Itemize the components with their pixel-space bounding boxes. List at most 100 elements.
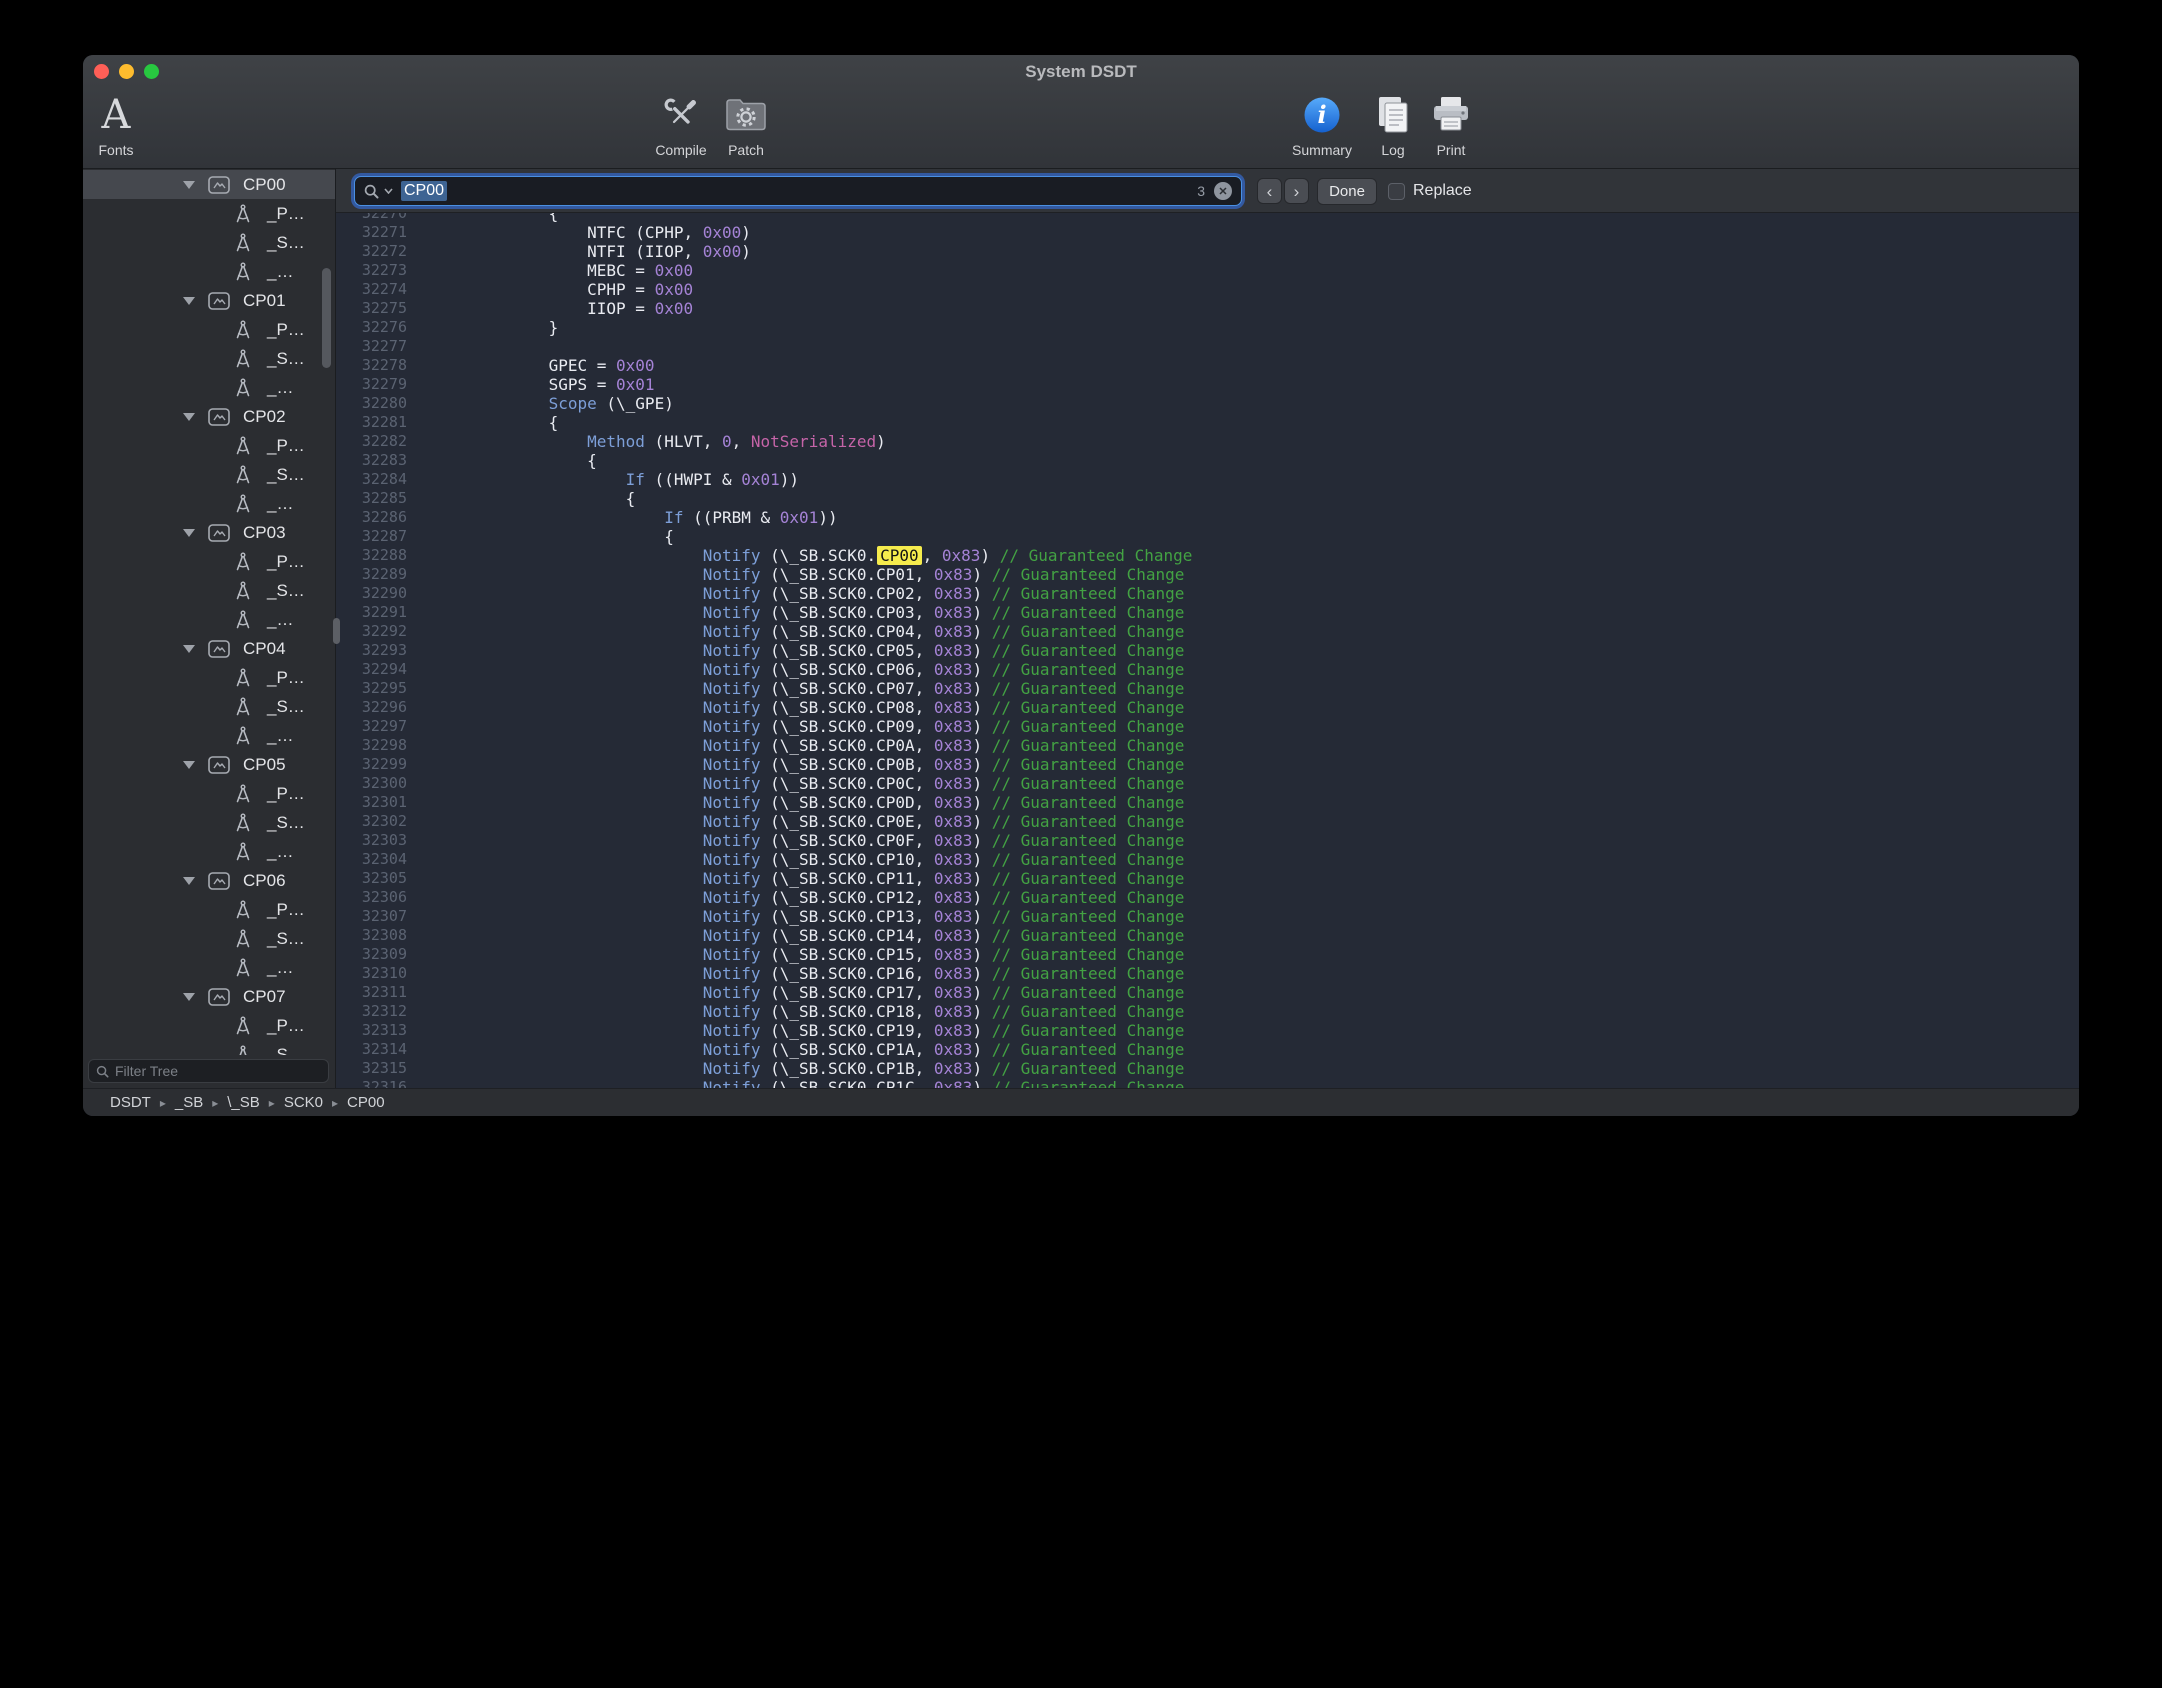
tree-item[interactable]: _…	[83, 837, 335, 866]
tree-group-cp00[interactable]: CP00	[83, 170, 335, 199]
titlebar[interactable]: System DSDT	[83, 55, 2079, 85]
code-line[interactable]: 32307 Notify (\_SB.SCK0.CP13, 0x83) // G…	[336, 907, 2079, 926]
disclosure-triangle-icon[interactable]	[183, 181, 195, 189]
code-line[interactable]: 32291 Notify (\_SB.SCK0.CP03, 0x83) // G…	[336, 603, 2079, 622]
code-line[interactable]: 32301 Notify (\_SB.SCK0.CP0D, 0x83) // G…	[336, 793, 2079, 812]
code-line[interactable]: 32304 Notify (\_SB.SCK0.CP10, 0x83) // G…	[336, 850, 2079, 869]
code-line[interactable]: 32302 Notify (\_SB.SCK0.CP0E, 0x83) // G…	[336, 812, 2079, 831]
code-line[interactable]: 32270 {	[336, 213, 2079, 223]
code-line[interactable]: 32293 Notify (\_SB.SCK0.CP05, 0x83) // G…	[336, 641, 2079, 660]
find-next-button[interactable]: ›	[1284, 178, 1309, 204]
log-button[interactable]: Log	[1364, 89, 1422, 158]
summary-button[interactable]: i Summary	[1281, 89, 1363, 158]
clear-search-icon[interactable]: ✕	[1214, 182, 1232, 200]
code-line[interactable]: 32274 CPHP = 0x00	[336, 280, 2079, 299]
code-line[interactable]: 32303 Notify (\_SB.SCK0.CP0F, 0x83) // G…	[336, 831, 2079, 850]
find-previous-button[interactable]: ‹	[1257, 178, 1282, 204]
tree-group-cp03[interactable]: CP03	[83, 518, 335, 547]
tree-item[interactable]: _P…	[83, 663, 335, 692]
disclosure-triangle-icon[interactable]	[183, 877, 195, 885]
tree-item[interactable]: _S…	[83, 1040, 335, 1055]
code-line[interactable]: 32290 Notify (\_SB.SCK0.CP02, 0x83) // G…	[336, 584, 2079, 603]
code-line[interactable]: 32271 NTFC (CPHP, 0x00)	[336, 223, 2079, 242]
tree-item[interactable]: _P…	[83, 431, 335, 460]
tree-item[interactable]: _P…	[83, 779, 335, 808]
tree-item[interactable]: _…	[83, 605, 335, 634]
code-line[interactable]: 32287 {	[336, 527, 2079, 546]
code-line[interactable]: 32277	[336, 337, 2079, 356]
code-line[interactable]: 32298 Notify (\_SB.SCK0.CP0A, 0x83) // G…	[336, 736, 2079, 755]
code-line[interactable]: 32279 SGPS = 0x01	[336, 375, 2079, 394]
fonts-button[interactable]: A Fonts	[83, 89, 149, 158]
code-line[interactable]: 32309 Notify (\_SB.SCK0.CP15, 0x83) // G…	[336, 945, 2079, 964]
code-line[interactable]: 32282 Method (HLVT, 0, NotSerialized)	[336, 432, 2079, 451]
disclosure-triangle-icon[interactable]	[183, 645, 195, 653]
breadcrumb-item[interactable]: DSDT	[110, 1094, 151, 1111]
tree-item[interactable]: _…	[83, 953, 335, 982]
code-line[interactable]: 32283 {	[336, 451, 2079, 470]
patch-button[interactable]: Patch	[710, 89, 782, 158]
code-line[interactable]: 32285 {	[336, 489, 2079, 508]
disclosure-triangle-icon[interactable]	[183, 297, 195, 305]
code-line[interactable]: 32280 Scope (\_GPE)	[336, 394, 2079, 413]
code-editor[interactable]: 32270 {32271 NTFC (CPHP, 0x00)32272 NTFI…	[336, 213, 2079, 1088]
code-line[interactable]: 32288 Notify (\_SB.SCK0.CP00, 0x83) // G…	[336, 546, 2079, 565]
tree-item[interactable]: _…	[83, 257, 335, 286]
tree-group-cp05[interactable]: CP05	[83, 750, 335, 779]
code-line[interactable]: 32295 Notify (\_SB.SCK0.CP07, 0x83) // G…	[336, 679, 2079, 698]
code-line[interactable]: 32272 NTFI (IIOP, 0x00)	[336, 242, 2079, 261]
done-button[interactable]: Done	[1317, 178, 1377, 205]
code-line[interactable]: 32286 If ((PRBM & 0x01))	[336, 508, 2079, 527]
breadcrumb-item[interactable]: SCK0	[284, 1094, 323, 1111]
tree-group-cp02[interactable]: CP02	[83, 402, 335, 431]
disclosure-triangle-icon[interactable]	[183, 761, 195, 769]
tree-item[interactable]: _P…	[83, 895, 335, 924]
tree-item[interactable]: _P…	[83, 315, 335, 344]
tree-item[interactable]: _S…	[83, 692, 335, 721]
tree-item[interactable]: _S…	[83, 460, 335, 489]
tree-item[interactable]: _P…	[83, 547, 335, 576]
code-line[interactable]: 32284 If ((HWPI & 0x01))	[336, 470, 2079, 489]
code-line[interactable]: 32310 Notify (\_SB.SCK0.CP16, 0x83) // G…	[336, 964, 2079, 983]
tree-item[interactable]: _S…	[83, 924, 335, 953]
pane-splitter[interactable]	[333, 618, 340, 644]
code-line[interactable]: 32306 Notify (\_SB.SCK0.CP12, 0x83) // G…	[336, 888, 2079, 907]
disclosure-triangle-icon[interactable]	[183, 529, 195, 537]
breadcrumb-item[interactable]: \_SB	[227, 1094, 260, 1111]
disclosure-triangle-icon[interactable]	[183, 413, 195, 421]
code-line[interactable]: 32305 Notify (\_SB.SCK0.CP11, 0x83) // G…	[336, 869, 2079, 888]
tree-item[interactable]: _S…	[83, 228, 335, 257]
code-line[interactable]: 32278 GPEC = 0x00	[336, 356, 2079, 375]
tree-group-cp01[interactable]: CP01	[83, 286, 335, 315]
code-line[interactable]: 32275 IIOP = 0x00	[336, 299, 2079, 318]
code-line[interactable]: 32296 Notify (\_SB.SCK0.CP08, 0x83) // G…	[336, 698, 2079, 717]
code-line[interactable]: 32308 Notify (\_SB.SCK0.CP14, 0x83) // G…	[336, 926, 2079, 945]
code-line[interactable]: 32316 Notify (\_SB.SCK0.CP1C, 0x83) // G…	[336, 1078, 2079, 1088]
code-line[interactable]: 32281 {	[336, 413, 2079, 432]
disclosure-triangle-icon[interactable]	[183, 993, 195, 1001]
code-line[interactable]: 32313 Notify (\_SB.SCK0.CP19, 0x83) // G…	[336, 1021, 2079, 1040]
tree-item[interactable]: _P…	[83, 199, 335, 228]
tree-item[interactable]: _…	[83, 489, 335, 518]
search-field[interactable]: CP00 3 ✕	[354, 176, 1242, 206]
sidebar-scrollbar[interactable]	[322, 268, 331, 368]
print-button[interactable]: Print	[1422, 89, 1480, 158]
breadcrumb-item[interactable]: _SB	[175, 1094, 203, 1111]
replace-checkbox[interactable]	[1388, 183, 1405, 200]
tree-item[interactable]: _S…	[83, 344, 335, 373]
code-line[interactable]: 32314 Notify (\_SB.SCK0.CP1A, 0x83) // G…	[336, 1040, 2079, 1059]
code-line[interactable]: 32299 Notify (\_SB.SCK0.CP0B, 0x83) // G…	[336, 755, 2079, 774]
tree-group-cp07[interactable]: CP07	[83, 982, 335, 1011]
tree-item[interactable]: _P…	[83, 1011, 335, 1040]
filter-tree-input[interactable]: Filter Tree	[88, 1059, 329, 1083]
code-line[interactable]: 32276 }	[336, 318, 2079, 337]
tree-item[interactable]: _…	[83, 721, 335, 750]
code-line[interactable]: 32273 MEBC = 0x00	[336, 261, 2079, 280]
search-input[interactable]: CP00	[401, 181, 447, 201]
breadcrumb-item[interactable]: CP00	[347, 1094, 385, 1111]
code-line[interactable]: 32312 Notify (\_SB.SCK0.CP18, 0x83) // G…	[336, 1002, 2079, 1021]
tree-group-cp04[interactable]: CP04	[83, 634, 335, 663]
code-line[interactable]: 32294 Notify (\_SB.SCK0.CP06, 0x83) // G…	[336, 660, 2079, 679]
tree-group-cp06[interactable]: CP06	[83, 866, 335, 895]
code-line[interactable]: 32289 Notify (\_SB.SCK0.CP01, 0x83) // G…	[336, 565, 2079, 584]
